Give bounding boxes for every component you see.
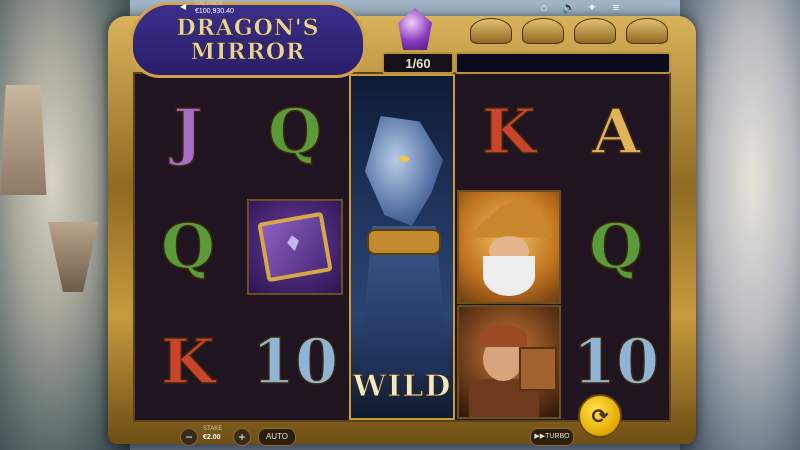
mask-icon — [522, 18, 564, 44]
symbol-a: A — [563, 74, 669, 189]
symbol-q-text: Q — [160, 209, 216, 283]
wizard-hat — [467, 197, 553, 238]
symbol-k-text: K — [481, 94, 536, 168]
castle-tower — [0, 85, 47, 195]
mask-icon — [470, 18, 512, 44]
symbol-q-text: Q — [267, 94, 323, 168]
background-right — [680, 0, 800, 450]
symbol-10-text: 10 — [251, 324, 339, 398]
dragon-head-icon — [365, 116, 443, 226]
mask-collection — [450, 18, 688, 48]
logo-line-1: DRAGON'S — [176, 15, 320, 41]
book-cover — [257, 211, 333, 282]
wizard-beard — [483, 255, 535, 296]
reel-5: A Q 10 — [563, 74, 669, 420]
symbol-q-text: Q — [588, 209, 644, 283]
symbol-k: K — [135, 304, 241, 419]
balance-label: BALANCE — [195, 1, 224, 7]
symbol-q: Q — [242, 74, 348, 189]
increase-stake-button[interactable]: + — [233, 428, 251, 446]
dragon-eye — [399, 156, 409, 162]
stake-label: STAKE — [203, 426, 223, 432]
peasant-crate — [519, 346, 557, 391]
symbol-10: 10 — [242, 304, 348, 419]
symbol-wizard — [456, 189, 562, 304]
back-icon[interactable]: ◀ — [180, 2, 186, 11]
decrease-stake-button[interactable]: − — [180, 428, 198, 446]
feature-counter: 1/60 — [382, 52, 454, 74]
logo-line-2: MIRROR — [190, 39, 306, 65]
symbol-a-text: A — [591, 94, 641, 168]
purple-gem-icon — [398, 8, 432, 50]
settings-icon[interactable]: ✦ — [586, 2, 598, 14]
sound-icon[interactable]: 🔊 — [562, 2, 576, 14]
wizard-portrait-icon — [457, 189, 561, 304]
reel-1: J Q K — [135, 74, 241, 420]
spellbook-icon — [247, 198, 343, 295]
symbol-book — [242, 189, 348, 304]
symbol-10-text: 10 — [572, 324, 660, 398]
symbol-k: K — [456, 74, 562, 189]
autoplay-button[interactable]: AUTO — [258, 428, 296, 446]
symbol-j-text: J — [173, 94, 204, 168]
turbo-button[interactable]: ▶▶TURBO — [530, 428, 574, 446]
wild-dragon-reel: WILD — [349, 74, 455, 420]
menu-icon[interactable]: ≡ — [610, 2, 622, 14]
symbol-k-text: K — [160, 324, 215, 398]
peasant-hat — [479, 324, 527, 347]
reel-4: K — [456, 74, 562, 420]
mask-icon — [626, 18, 668, 44]
symbol-q: Q — [135, 189, 241, 304]
balance-value: €100,930.40 — [195, 8, 234, 15]
mask-icon — [574, 18, 616, 44]
game-logo: DRAGON'S MIRROR — [130, 2, 366, 78]
symbol-q: Q — [563, 189, 669, 304]
spin-button[interactable]: ⟳ — [578, 394, 622, 438]
wild-label: WILD — [352, 369, 452, 405]
reel-2: Q 10 — [242, 74, 348, 420]
peasant-portrait-icon — [457, 304, 561, 419]
stake-value: €2.00 — [203, 434, 221, 441]
book-gem-icon — [286, 234, 301, 252]
system-icons: ⌂ 🔊 ✦ ≡ — [538, 2, 622, 14]
symbol-j: J — [135, 74, 241, 189]
home-icon[interactable]: ⌂ — [538, 2, 550, 14]
reel-grid: J Q K Q 10 WILD K A Q 10 — [133, 72, 671, 422]
floating-island — [48, 222, 98, 292]
dragon-collar — [369, 231, 439, 253]
feature-progress-bar — [455, 52, 671, 74]
symbol-peasant — [456, 304, 562, 419]
